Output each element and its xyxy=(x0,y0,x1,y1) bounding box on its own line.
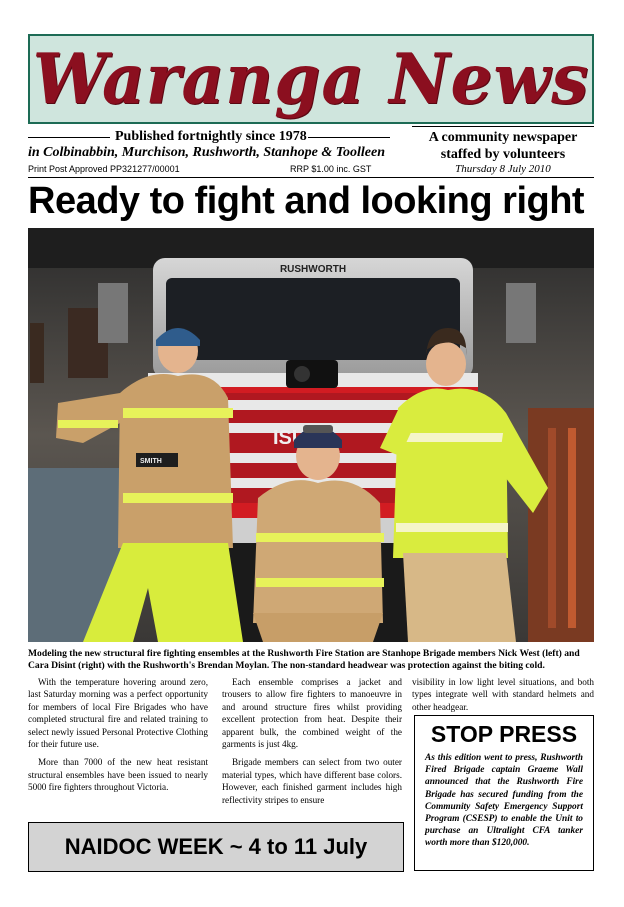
article-paragraph: More than 7000 of the new heat resistant… xyxy=(28,757,208,793)
stop-press-title: STOP PRESS xyxy=(430,721,578,747)
masthead-title: Waranga News xyxy=(32,38,590,120)
article-paragraph: Brigade members can select from two oute… xyxy=(222,757,402,805)
tagline-rule-right xyxy=(308,137,390,138)
article-column-2: Each ensemble comprises a jacket and tro… xyxy=(222,676,402,812)
masthead-banner: Waranga News xyxy=(28,34,594,124)
tagline-rule-left xyxy=(28,137,110,138)
community-rule xyxy=(412,126,594,127)
truck-label: RUSHWORTH xyxy=(280,264,346,275)
towns-served: in Colbinabbin, Murchison, Rushworth, St… xyxy=(28,145,385,160)
header-bottom-rule xyxy=(28,177,594,178)
community-line-1: A community newspaper xyxy=(428,130,578,145)
name-tag: SMITH xyxy=(140,458,162,465)
stop-press-box: STOP PRESS As this edition went to press… xyxy=(414,715,594,871)
post-approved: Print Post Approved PP321277/00001 xyxy=(28,164,180,174)
article-column-1: With the temperature hovering around zer… xyxy=(28,676,208,800)
stop-press-body: As this edition went to press, Rushworth… xyxy=(425,753,583,849)
front-page-photo: RUSHWORTH ISUZU SMITH xyxy=(28,228,594,642)
article-paragraph: With the temperature hovering around zer… xyxy=(28,677,208,750)
article-column-3: visibility in low light level situations… xyxy=(412,676,594,719)
naidoc-banner: NAIDOC WEEK ~ 4 to 11 July xyxy=(28,822,404,872)
article-paragraph: visibility in low light level situations… xyxy=(412,677,594,712)
headline: Ready to fight and looking right xyxy=(28,180,585,222)
publication-tagline: Published fortnightly since 1978 xyxy=(115,129,307,144)
article-paragraph: Each ensemble comprises a jacket and tro… xyxy=(222,677,402,750)
fire-truck-illustration: RUSHWORTH ISUZU SMITH xyxy=(28,228,594,642)
community-line-2: staffed by volunteers xyxy=(440,147,566,162)
photo-caption: Modeling the new structural fire fightin… xyxy=(28,648,580,671)
price: RRP $1.00 inc. GST xyxy=(290,164,372,174)
issue-date: Thursday 8 July 2010 xyxy=(455,163,551,175)
community-note: A community newspaper staffed by volunte… xyxy=(412,129,594,163)
